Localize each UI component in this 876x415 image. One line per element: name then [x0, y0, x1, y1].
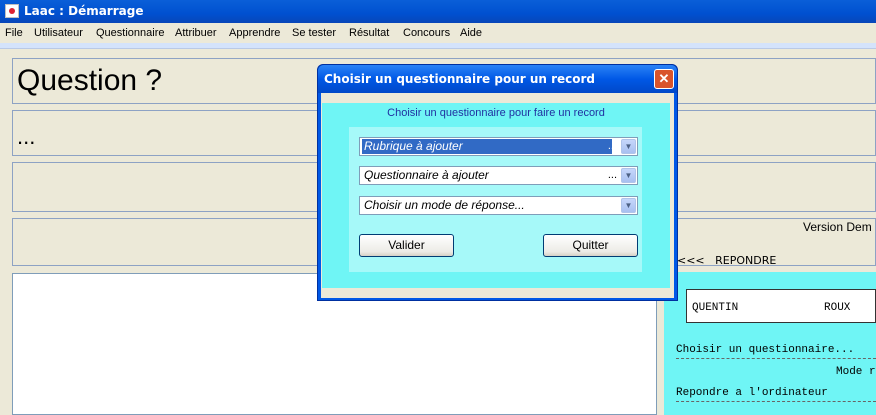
validate-button[interactable]: Valider — [359, 234, 454, 257]
rubrique-combo-ellipsis: ... — [607, 140, 617, 152]
rubrique-combo[interactable]: Rubrique à ajouter ... ▼ — [359, 137, 638, 156]
java-app-icon — [5, 4, 19, 18]
dialog-cyan-panel: Choisir un questionnaire pour faire un r… — [322, 103, 670, 288]
version-label: Version Dem — [803, 220, 872, 234]
dialog-form: Rubrique à ajouter ... ▼ Questionnaire à… — [349, 127, 642, 272]
menu-file[interactable]: File — [5, 23, 23, 43]
chevron-down-icon[interactable]: ▼ — [621, 168, 636, 183]
menu-attribuer[interactable]: Attribuer — [175, 23, 217, 43]
answer-button[interactable]: REPONDRE — [715, 254, 776, 267]
choose-questionnaire-link[interactable]: Choisir un questionnaire... — [676, 344, 876, 359]
dialog-subtitle: Choisir un questionnaire pour faire un r… — [387, 107, 605, 119]
answer-nav: <<< REPONDRE — [677, 254, 776, 267]
answer-computer-link[interactable]: Repondre a l'ordinateur — [676, 387, 876, 402]
menu-apprendre[interactable]: Apprendre — [229, 23, 280, 43]
mode-combo-value: Choisir un mode de réponse... — [364, 198, 525, 212]
questionnaire-combo-value: Questionnaire à ajouter — [364, 168, 489, 182]
menu-utilisateur[interactable]: Utilisateur — [34, 23, 83, 43]
chevron-down-icon[interactable]: ▼ — [621, 198, 636, 213]
mode-label: Mode r — [836, 366, 876, 378]
user-last-name: ROUX — [824, 302, 851, 314]
window-title: Laac : Démarrage — [24, 4, 144, 18]
question-text: Question ? — [17, 64, 163, 97]
user-first-name: QUENTIN — [692, 302, 739, 314]
prev-button[interactable]: <<< — [677, 254, 705, 267]
chevron-down-icon[interactable]: ▼ — [621, 139, 636, 154]
answer-text: ... — [17, 124, 36, 149]
questionnaire-combo[interactable]: Questionnaire à ajouter ... ▼ — [359, 166, 638, 185]
questionnaire-combo-ellipsis: ... — [607, 169, 617, 181]
mode-combo[interactable]: Choisir un mode de réponse... ▼ — [359, 196, 638, 215]
rubrique-combo-value: Rubrique à ajouter — [362, 139, 612, 154]
window-titlebar: Laac : Démarrage — [0, 0, 876, 23]
record-dialog: Choisir un questionnaire pour un record … — [317, 64, 678, 301]
menu-se-tester[interactable]: Se tester — [292, 23, 336, 43]
quit-button[interactable]: Quitter — [543, 234, 638, 257]
menu-bar: File Utilisateur Questionnaire Attribuer… — [0, 23, 876, 43]
dialog-title: Choisir un questionnaire pour un record — [318, 65, 677, 93]
user-name-box: QUENTIN ROUX — [686, 289, 876, 323]
menu-concours[interactable]: Concours — [403, 23, 450, 43]
menu-questionnaire[interactable]: Questionnaire — [96, 23, 165, 43]
toolbar-strip — [0, 43, 876, 49]
menu-aide[interactable]: Aide — [460, 23, 482, 43]
dialog-close-button[interactable]: ✕ — [654, 69, 674, 89]
menu-resultat[interactable]: Résultat — [349, 23, 389, 43]
dialog-body: Choisir un questionnaire pour faire un r… — [321, 93, 674, 298]
